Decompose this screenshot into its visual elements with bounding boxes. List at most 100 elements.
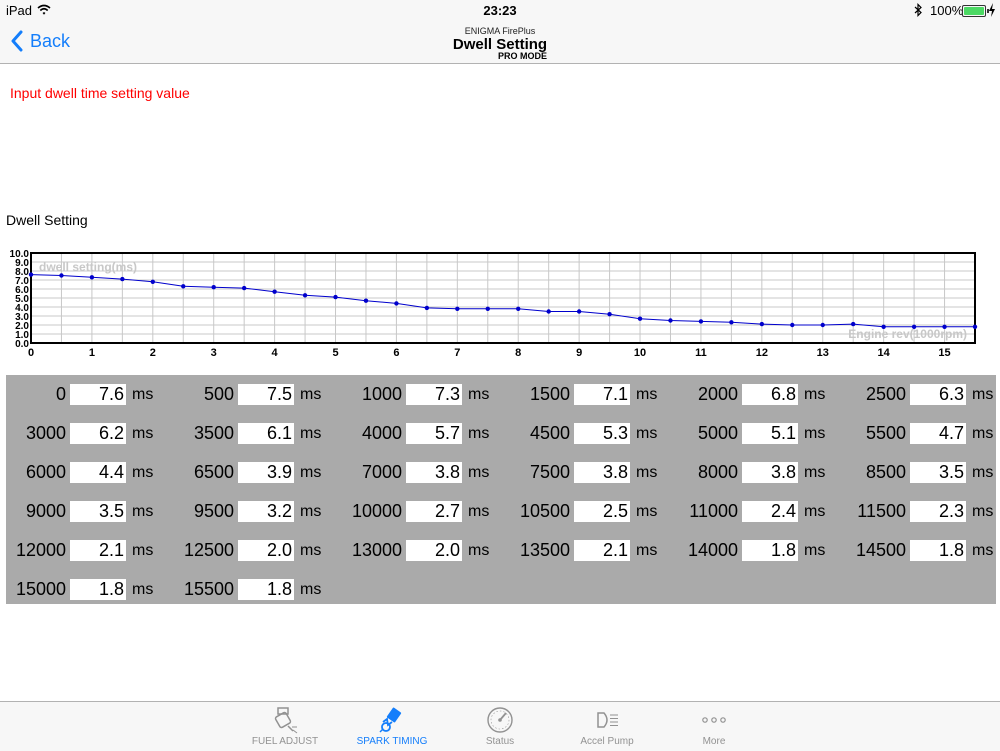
dwell-value-field[interactable]: 4.7 [910, 423, 966, 444]
dwell-value-field[interactable]: 1.8 [910, 540, 966, 561]
tab-accel-pump[interactable]: Accel Pump [557, 702, 657, 751]
navigation-bar: Back ENIGMA FirePlus Dwell Setting PRO M… [0, 20, 1000, 64]
data-point [881, 324, 886, 329]
dwell-value-field[interactable]: 6.3 [910, 384, 966, 405]
rpm-label: 6000 [25, 462, 66, 482]
dwell-value-field[interactable]: 3.8 [742, 462, 798, 483]
x-tick-label: 13 [817, 347, 829, 359]
dwell-value-field[interactable]: 2.4 [742, 501, 798, 522]
rpm-label: 8500 [865, 462, 906, 482]
dwell-value-field[interactable]: 7.1 [574, 384, 630, 405]
unit-label: ms [300, 464, 322, 481]
status-bar: iPad 23:23 100% [0, 0, 1000, 20]
rpm-label: 13500 [519, 540, 570, 560]
unit-label: ms [132, 386, 154, 403]
dwell-value-field[interactable]: 2.7 [406, 501, 462, 522]
tab-status[interactable]: Status [450, 702, 550, 751]
dwell-value-field[interactable]: 1.8 [238, 579, 294, 600]
data-point [272, 289, 277, 294]
dwell-cell-14500: 14500 1.8 ms [846, 540, 1000, 561]
dwell-value-field[interactable]: 5.1 [742, 423, 798, 444]
dwell-value-field[interactable]: 7.6 [70, 384, 126, 405]
tab-more[interactable]: More [664, 702, 764, 751]
unit-label: ms [804, 542, 826, 559]
dwell-cell-15000: 15000 1.8 ms [6, 579, 166, 600]
dwell-cell-0: 0 7.6 ms [6, 384, 166, 405]
data-point [942, 324, 947, 329]
x-tick-label: 6 [393, 347, 399, 359]
dwell-value-field[interactable]: 3.8 [574, 462, 630, 483]
data-point [333, 294, 338, 300]
data-point [59, 273, 64, 278]
dwell-value-field[interactable]: 3.9 [238, 462, 294, 483]
dwell-value-field[interactable]: 3.2 [238, 501, 294, 522]
dwell-cell-2500: 2500 6.3 ms [846, 384, 1000, 405]
unit-label: ms [300, 581, 322, 598]
dwell-value-field[interactable]: 2.1 [70, 540, 126, 561]
dwell-value-field[interactable]: 2.0 [238, 540, 294, 561]
dwell-value-field[interactable]: 2.3 [910, 501, 966, 522]
dwell-cell-3000: 3000 6.2 ms [6, 423, 166, 444]
dwell-cell-4500: 4500 5.3 ms [510, 423, 670, 444]
dwell-cell-3500: 3500 6.1 ms [174, 423, 334, 444]
data-point [363, 298, 369, 303]
dwell-value-field[interactable]: 1.8 [742, 540, 798, 561]
rpm-label: 7500 [529, 462, 570, 482]
dwell-value-field[interactable]: 6.2 [70, 423, 126, 444]
data-point [485, 306, 490, 311]
dwell-cell-6500: 6500 3.9 ms [174, 462, 334, 483]
tab-fuel-adjust[interactable]: FUEL ADJUST [235, 702, 335, 751]
unit-label: ms [972, 386, 994, 403]
tab-bar: FUEL ADJUST SPARK TIMING Status Accel Pump M… [0, 701, 1000, 751]
dwell-cell-9500: 9500 3.2 ms [174, 501, 334, 522]
dwell-value-field[interactable]: 2.0 [406, 540, 462, 561]
dwell-value-field[interactable]: 5.3 [574, 423, 630, 444]
dwell-value-field[interactable]: 3.5 [910, 462, 966, 483]
battery-percent: 100% [930, 3, 964, 18]
dwell-input-grid: 0 7.6 ms 500 7.5 ms 1000 7.3 ms 1500 7.1 ms 2000 6.8 m… [6, 375, 996, 604]
unit-label: ms [468, 542, 490, 559]
tab-label: FUEL ADJUST [251, 736, 319, 747]
data-point [668, 318, 673, 323]
rpm-label: 6500 [193, 462, 234, 482]
dwell-value-field[interactable]: 7.5 [238, 384, 294, 405]
data-point [455, 306, 460, 311]
dwell-value-field[interactable]: 4.4 [70, 462, 126, 483]
dwell-value-field[interactable]: 3.5 [70, 501, 126, 522]
rpm-label: 4000 [361, 423, 402, 443]
unit-label: ms [468, 464, 490, 481]
rpm-label: 500 [203, 384, 234, 404]
unit-label: ms [804, 386, 826, 403]
tab-spark-timing[interactable]: SPARK TIMING [342, 702, 442, 751]
data-point [28, 272, 34, 277]
unit-label: ms [972, 464, 994, 481]
dwell-value-field[interactable]: 2.5 [574, 501, 630, 522]
dwell-value-field[interactable]: 5.7 [406, 423, 462, 444]
section-title: Dwell Setting [6, 212, 88, 228]
x-tick-label: 15 [938, 347, 950, 359]
instruction-text: Input dwell time setting value [10, 85, 190, 101]
unit-label: ms [300, 386, 322, 403]
data-point [637, 316, 643, 321]
unit-label: ms [972, 503, 994, 520]
unit-label: ms [132, 464, 154, 481]
data-point [394, 301, 399, 306]
dwell-value-field[interactable]: 1.8 [70, 579, 126, 600]
dwell-cell-7500: 7500 3.8 ms [510, 462, 670, 483]
rpm-label: 5500 [865, 423, 906, 443]
dwell-value-field[interactable]: 3.8 [406, 462, 462, 483]
unit-label: ms [636, 503, 658, 520]
dwell-value-field[interactable]: 7.3 [406, 384, 462, 405]
dwell-value-field[interactable]: 6.8 [742, 384, 798, 405]
dwell-value-field[interactable]: 2.1 [574, 540, 630, 561]
dwell-cell-9000: 9000 3.5 ms [6, 501, 166, 522]
data-point [546, 309, 551, 314]
dwell-cell-12000: 12000 2.1 ms [6, 540, 166, 561]
unit-label: ms [636, 542, 658, 559]
tab-label: Status [485, 736, 515, 747]
dwell-value-field[interactable]: 6.1 [238, 423, 294, 444]
y-axis-title: dwell setting(ms) [39, 260, 137, 274]
headlight-icon [597, 712, 618, 728]
data-point [211, 285, 216, 290]
rpm-label: 13000 [351, 540, 402, 560]
